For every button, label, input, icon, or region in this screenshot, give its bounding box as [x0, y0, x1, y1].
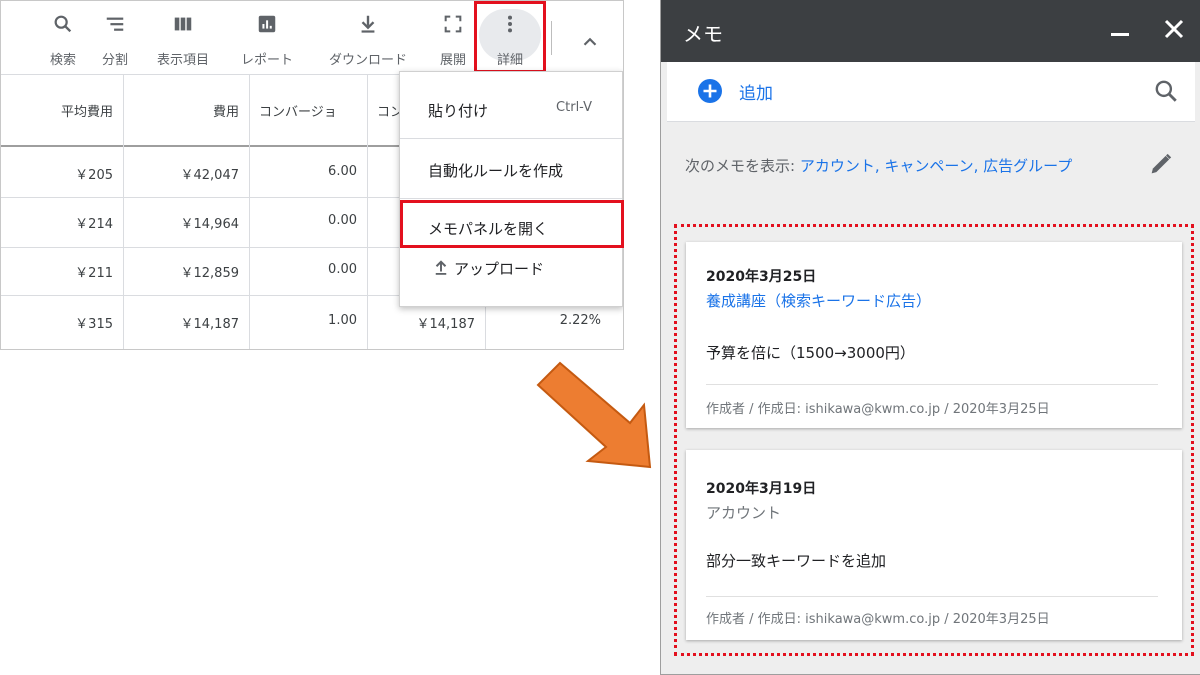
- download-tool-button[interactable]: ダウンロード: [315, 1, 421, 75]
- columns-tool-label: 表示項目: [156, 53, 209, 68]
- memo-panel-header: メモ: [661, 0, 1200, 62]
- memo-date: 2020年3月25日: [706, 269, 817, 285]
- segment-icon: [106, 17, 124, 31]
- memo-card[interactable]: 2020年3月25日 養成講座（検索キーワード広告） 予算を倍に（1500→30…: [686, 242, 1182, 428]
- header-cost[interactable]: 費用: [213, 101, 239, 120]
- cell-avg-cost: ￥214: [75, 217, 113, 232]
- cell-cost: ￥42,047: [180, 168, 240, 183]
- memo-body: 予算を倍に（1500→3000円）: [706, 344, 915, 362]
- memo-meta: 作成者 / 作成日: ishikawa@kwm.co.jp / 2020年3月2…: [706, 402, 1050, 417]
- menu-item-label: アップロード: [454, 260, 545, 278]
- fullscreen-icon: [444, 15, 462, 33]
- close-icon[interactable]: [1159, 14, 1189, 44]
- segment-tool-button[interactable]: 分割: [93, 1, 137, 75]
- search-tool-label: 検索: [49, 53, 76, 68]
- toolbar-divider: [551, 21, 552, 55]
- search-tool-button[interactable]: 検索: [41, 1, 85, 75]
- memo-filter-label: 次のメモを表示:: [685, 157, 800, 175]
- collapse-chevron-icon[interactable]: [579, 31, 601, 53]
- expand-tool-button[interactable]: 展開: [431, 1, 475, 75]
- orange-arrow-icon: [536, 361, 652, 469]
- cell-avg-cost: ￥211: [75, 266, 113, 281]
- open-memo-highlight: [400, 200, 624, 248]
- memo-card[interactable]: 2020年3月19日 アカウント 部分一致キーワードを追加 作成者 / 作成日:…: [686, 450, 1182, 640]
- memo-filter-row: 次のメモを表示: アカウント, キャンペーン, 広告グループ: [685, 155, 1185, 176]
- download-icon: [361, 15, 375, 33]
- cell-conversions: 1.00: [328, 313, 357, 328]
- memo-add-bar: 追加: [667, 62, 1195, 122]
- table-toolbar: 検索 分割 表示項目 レポート ダウンロード 展開 詳細: [1, 1, 623, 75]
- memo-filter-links[interactable]: アカウント, キャンペーン, 広告グループ: [800, 157, 1072, 175]
- add-memo-label: 追加: [739, 84, 773, 104]
- cell-conv-rate: 2.22%: [559, 313, 601, 328]
- memo-meta: 作成者 / 作成日: ishikawa@kwm.co.jp / 2020年3月2…: [706, 612, 1050, 627]
- cell-cost: ￥12,859: [180, 266, 240, 281]
- memo-panel-title: メモ: [683, 22, 723, 46]
- col-divider: [123, 75, 124, 349]
- minimize-icon[interactable]: [1105, 14, 1135, 44]
- cell-avg-cost: ￥205: [75, 168, 113, 183]
- col-divider: [249, 75, 250, 349]
- memo-divider: [706, 384, 1158, 385]
- memo-divider: [706, 596, 1158, 597]
- download-tool-label: ダウンロード: [328, 53, 407, 68]
- columns-tool-button[interactable]: 表示項目: [147, 1, 219, 75]
- memo-target: アカウント: [706, 504, 782, 522]
- ads-table-screenshot: 検索 分割 表示項目 レポート ダウンロード 展開 詳細 平均費用 費用 コンバ…: [0, 0, 624, 350]
- cell-conversions: 0.00: [328, 262, 357, 277]
- cell-cost-per-conv: ￥14,187: [416, 317, 476, 332]
- add-circle-icon: [698, 79, 722, 103]
- edit-pencil-icon[interactable]: [1147, 150, 1175, 178]
- report-icon: [258, 15, 276, 33]
- search-icon: [54, 15, 72, 33]
- header-conversions[interactable]: コンバージョ: [259, 101, 337, 120]
- menu-item-shortcut: Ctrl-V: [556, 100, 592, 115]
- menu-divider: [400, 138, 622, 139]
- menu-item-label: 貼り付け: [428, 102, 489, 120]
- memo-body: 部分一致キーワードを追加: [706, 552, 887, 570]
- memo-date: 2020年3月19日: [706, 481, 817, 497]
- menu-divider: [400, 198, 622, 199]
- search-icon[interactable]: [1153, 78, 1179, 104]
- columns-icon: [174, 17, 192, 31]
- col-divider: [367, 75, 368, 349]
- report-tool-button[interactable]: レポート: [231, 1, 303, 75]
- cell-conversions: 0.00: [328, 213, 357, 228]
- menu-item-label: 自動化ルールを作成: [428, 162, 564, 180]
- expand-tool-label: 展開: [439, 53, 466, 68]
- header-avg-cost[interactable]: 平均費用: [61, 101, 113, 120]
- upload-icon: [435, 260, 447, 275]
- cell-cost: ￥14,964: [180, 217, 240, 232]
- cell-avg-cost: ￥315: [75, 317, 113, 332]
- cell-conversions: 6.00: [328, 164, 357, 179]
- cell-cost: ￥14,187: [180, 317, 240, 332]
- report-tool-label: レポート: [240, 53, 293, 68]
- segment-tool-label: 分割: [101, 53, 128, 68]
- more-dropdown-menu: 貼り付け Ctrl-V 自動化ルールを作成 メモパネルを開く アップロード: [399, 71, 623, 307]
- memo-target-link[interactable]: 養成講座（検索キーワード広告）: [706, 290, 931, 311]
- more-button-highlight: [474, 1, 546, 73]
